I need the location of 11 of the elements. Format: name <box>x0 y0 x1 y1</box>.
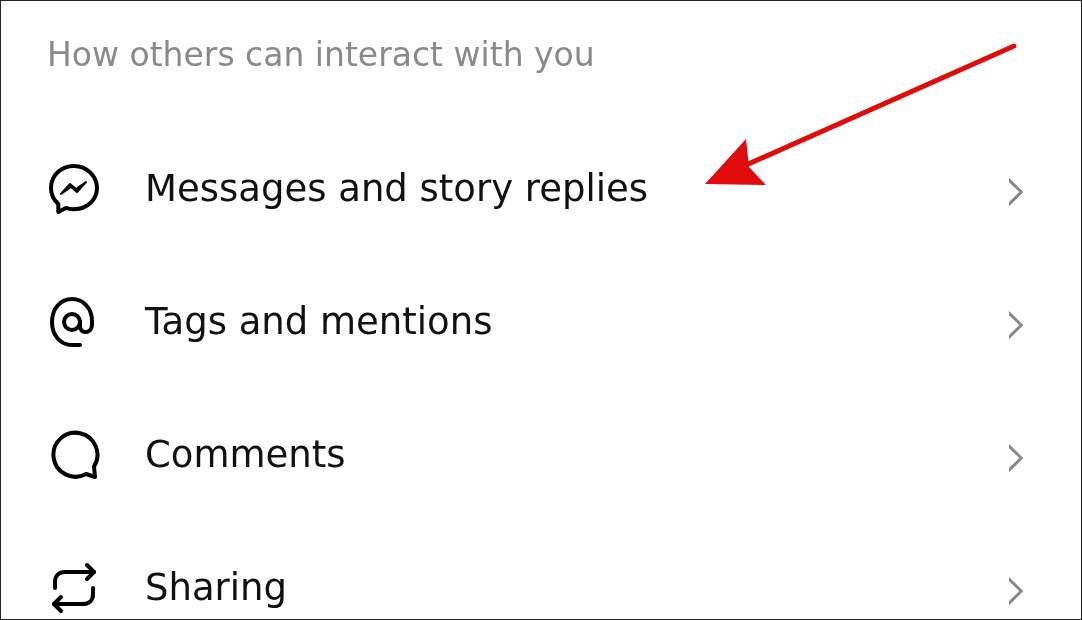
messenger-icon <box>47 161 101 216</box>
chevron-icon[interactable]: › <box>1004 287 1029 356</box>
row-label[interactable]: Comments <box>145 433 1005 476</box>
at-sign-icon <box>47 294 97 349</box>
chevron-icon[interactable]: › <box>1004 553 1029 619</box>
chevron-icon[interactable]: › <box>1004 154 1029 223</box>
section-title: How others can interact with you <box>47 35 595 74</box>
row-label[interactable]: Tags and mentions <box>145 300 1005 343</box>
row-label[interactable]: Messages and story replies <box>145 167 1005 210</box>
row-label[interactable]: Sharing <box>145 566 1005 609</box>
chevron-icon[interactable]: › <box>1004 420 1029 489</box>
